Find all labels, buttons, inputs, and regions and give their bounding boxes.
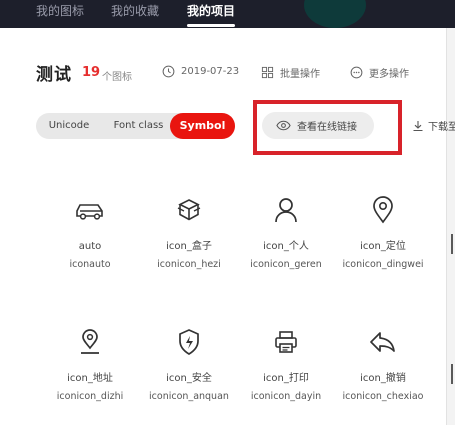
icon-name: icon_撤销	[360, 373, 406, 384]
icon-card[interactable]: icon_个人 iconicon_geren	[238, 190, 334, 272]
icon-code: iconicon_dingwei	[342, 259, 424, 270]
format-unicode[interactable]: Unicode	[36, 113, 102, 139]
icon-card[interactable]: icon_盒子 iconicon_hezi	[141, 190, 237, 272]
view-online-link-button[interactable]: 查看在线链接	[262, 112, 374, 139]
icon-code: iconicon_chexiao	[342, 391, 424, 402]
icon-count: 19	[82, 65, 101, 80]
icon-code: iconauto	[69, 259, 111, 270]
car-icon	[76, 204, 103, 220]
icon-name: icon_盒子	[166, 241, 212, 252]
batch-operations-label: 批量操作	[280, 69, 320, 80]
icon-code: iconicon_dizhi	[56, 391, 124, 402]
icon-name: icon_地址	[67, 373, 113, 384]
more-operations[interactable]: 更多操作	[350, 65, 409, 80]
box-icon	[177, 199, 201, 221]
icon-card[interactable]: icon_定位 iconicon_dingwei	[335, 190, 431, 272]
icon-code: iconicon_anquan	[149, 391, 229, 402]
top-nav: 我的图标 我的收藏 我的项目	[0, 0, 455, 28]
icon-card[interactable]: auto iconauto	[42, 190, 138, 272]
nav-decoration	[304, 0, 366, 28]
format-font-class[interactable]: Font class	[102, 113, 175, 139]
icon-code: iconicon_dayin	[250, 391, 322, 402]
icon-name: icon_个人	[263, 241, 309, 252]
clipped-column	[450, 362, 455, 390]
icon-count-unit: 个图标	[102, 72, 132, 83]
project-date: 2019-07-23	[162, 65, 239, 78]
undo-icon	[370, 332, 395, 352]
eye-icon	[276, 120, 291, 131]
icon-card[interactable]: icon_安全 iconicon_anquan	[141, 322, 237, 404]
icon-card[interactable]: icon_打印 iconicon_dayin	[238, 322, 334, 404]
shield-icon	[179, 329, 199, 355]
icon-name: auto	[78, 241, 102, 252]
printer-icon	[275, 331, 297, 353]
clipped-column	[450, 232, 455, 260]
batch-operations[interactable]: 批量操作	[261, 65, 320, 80]
tab-my-favorites[interactable]: 我的收藏	[111, 2, 159, 19]
project-title: 测试	[36, 65, 72, 85]
clipped-icon	[451, 234, 453, 254]
view-online-link-label: 查看在线链接	[297, 122, 357, 133]
icon-code: iconicon_hezi	[157, 259, 221, 270]
download-icon	[413, 120, 423, 131]
more-operations-label: 更多操作	[369, 69, 409, 80]
tab-my-icons[interactable]: 我的图标	[36, 2, 84, 19]
icon-name: icon_安全	[166, 373, 212, 384]
icon-name: icon_定位	[360, 241, 406, 252]
format-switch: Unicode Font class Symbol	[36, 113, 235, 139]
download-label: 下载至	[428, 122, 455, 133]
clipped-icon	[451, 364, 453, 384]
project-date-text: 2019-07-23	[181, 66, 240, 77]
format-symbol[interactable]: Symbol	[170, 113, 235, 139]
person-icon	[275, 198, 297, 223]
icon-card[interactable]: icon_地址 iconicon_dizhi	[42, 322, 138, 404]
tab-my-projects[interactable]: 我的项目	[187, 2, 236, 27]
address-icon	[81, 329, 99, 354]
clock-icon	[162, 65, 175, 78]
download-button[interactable]: 下载至	[412, 118, 455, 133]
grid-icon	[261, 66, 274, 79]
icon-name: icon_打印	[263, 373, 309, 384]
icon-code: iconicon_geren	[250, 259, 322, 270]
icon-card[interactable]: icon_撤销 iconicon_chexiao	[335, 322, 431, 404]
location-pin-icon	[373, 196, 393, 224]
more-icon	[350, 66, 363, 79]
